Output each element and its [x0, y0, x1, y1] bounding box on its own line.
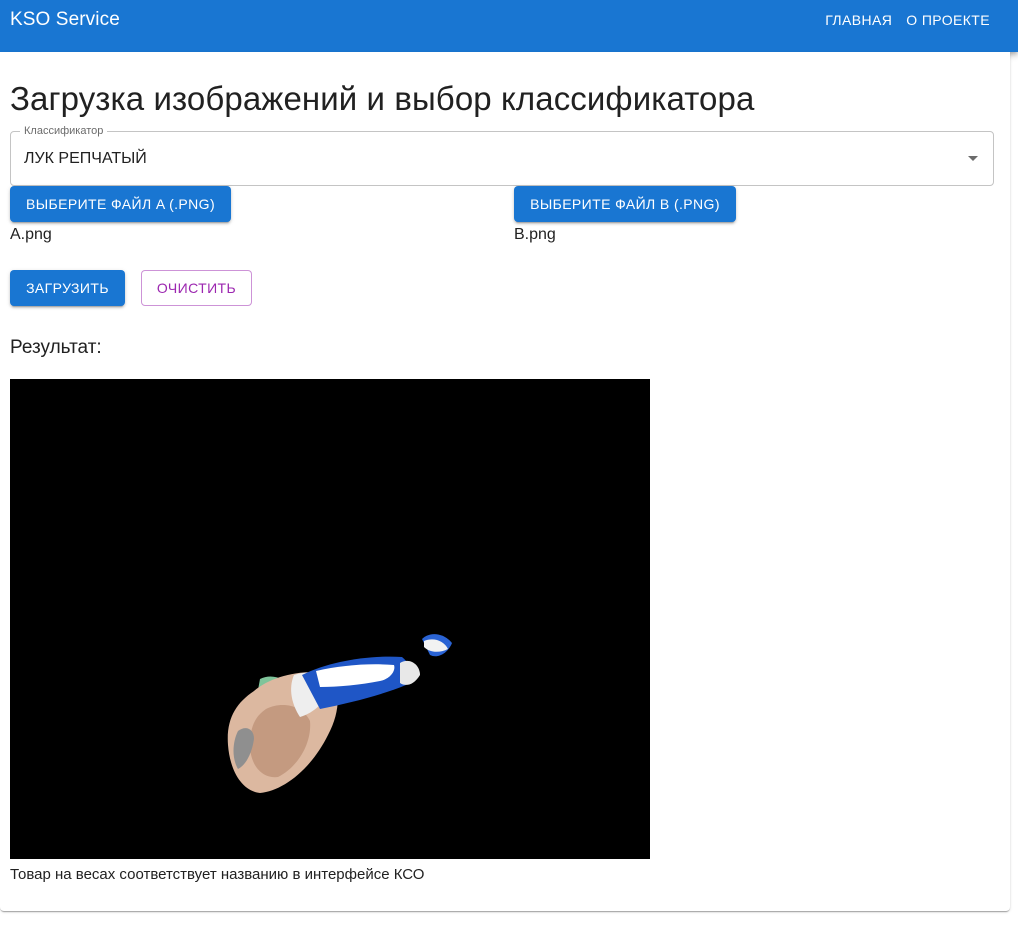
page-title: Загрузка изображений и выбор классификат…	[10, 80, 755, 117]
result-image-mask	[10, 379, 650, 859]
chevron-down-icon[interactable]	[968, 156, 978, 161]
classifier-select[interactable]: Классификатор ЛУК РЕПЧАТЫЙ	[10, 125, 994, 186]
result-heading: Результат:	[10, 337, 102, 358]
nav-link-home[interactable]: ГЛАВНАЯ	[821, 12, 896, 28]
result-caption: Товар на весах соответствует названию в …	[10, 866, 425, 883]
file-a-name: A.png	[10, 226, 52, 243]
upload-button[interactable]: ЗАГРУЗИТЬ	[10, 270, 125, 306]
nav-link-about[interactable]: О ПРОЕКТЕ	[902, 12, 994, 28]
result-image	[10, 379, 650, 859]
file-b-name: B.png	[514, 226, 556, 243]
app-bar: KSO Service ГЛАВНАЯ О ПРОЕКТЕ	[0, 0, 1018, 52]
clear-button[interactable]: ОЧИСТИТЬ	[141, 270, 252, 306]
main-card: Загрузка изображений и выбор классификат…	[0, 52, 1010, 911]
classifier-label: Классификатор	[20, 125, 108, 137]
choose-file-b-button[interactable]: ВЫБЕРИТЕ ФАЙЛ B (.PNG)	[514, 186, 736, 222]
nav-menu: ГЛАВНАЯ О ПРОЕКТЕ	[821, 12, 994, 28]
app-title[interactable]: KSO Service	[10, 9, 120, 31]
choose-file-a-button[interactable]: ВЫБЕРИТЕ ФАЙЛ A (.PNG)	[10, 186, 231, 222]
classifier-value: ЛУК РЕПЧАТЫЙ	[24, 150, 147, 167]
